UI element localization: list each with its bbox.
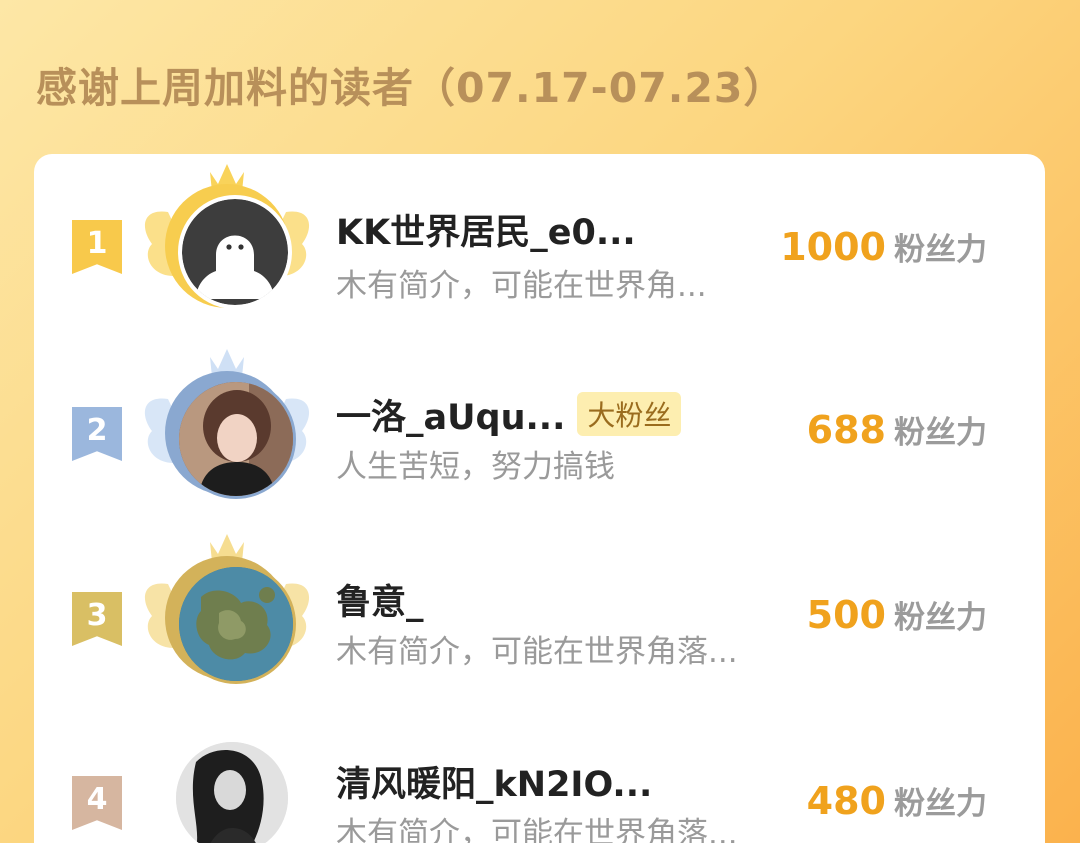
page-title: 感谢上周加料的读者（07.17-07.23） [36,64,786,112]
reader-bio: 木有简介，可能在世界角落... [336,816,738,843]
avatar[interactable] [176,379,296,499]
score-unit: 粉丝力 [894,600,987,636]
score-value: 500 [806,593,886,637]
island-map-photo [179,567,293,681]
avatar[interactable] [176,564,296,684]
score-value: 1000 [780,225,886,269]
reader-score: 500 粉丝力 [807,592,987,637]
reader-ranking-list: 1 KK世界居民_e0... 木有简介，可能在世界角... 1000粉丝力 2 [34,154,1045,843]
avatar[interactable] [176,742,288,843]
reader-score: 480 粉丝力 [807,778,987,823]
score-value: 480 [806,779,886,823]
score-value: 688 [806,408,886,452]
portrait-photo [179,382,293,496]
reader-row-1[interactable]: 1 KK世界居民_e0... 木有简介，可能在世界角... 1000 粉丝力 [34,162,1045,322]
reader-bio: 木有简介，可能在世界角... [336,268,707,304]
reader-score: 688 粉丝力 [807,407,987,452]
reader-name[interactable]: 鲁意_ [336,574,424,625]
score-unit: 粉丝力 [894,786,987,822]
reader-row-3[interactable]: 3 鲁意_ 木有简介，可能在世界角落... 500 粉丝力 [34,534,1045,694]
reader-bio: 人生苦短，努力搞钱 [336,449,615,485]
ghost-figure-icon [182,199,288,305]
reader-bio: 木有简介，可能在世界角落... [336,634,738,670]
score-unit: 粉丝力 [894,415,987,451]
reader-name[interactable]: 清风暖阳_kN2IO... [336,756,652,807]
reader-row-2[interactable]: 2 一洛_aUqu... 大粉丝 人生苦短，努力搞钱 688 粉丝力 [34,349,1045,509]
score-unit: 粉丝力 [894,232,987,268]
rank-flag-4: 4 [72,776,122,830]
bw-portrait-photo [176,742,288,843]
reader-score: 1000 粉丝力 [780,224,987,269]
rank-flag-1: 1 [72,220,122,274]
reader-name[interactable]: 一洛_aUqu... 大粉丝 [336,389,682,440]
reader-row-4[interactable]: 4 清风暖阳_kN2IO... 木有简介，可能在世界角落... 480 粉丝力 [34,720,1045,843]
reader-name[interactable]: KK世界居民_e0... [336,204,636,255]
rank-flag-2: 2 [72,407,122,461]
rank-flag-3: 3 [72,592,122,646]
fan-tag: 大粉丝 [577,392,682,436]
avatar[interactable] [178,195,292,309]
